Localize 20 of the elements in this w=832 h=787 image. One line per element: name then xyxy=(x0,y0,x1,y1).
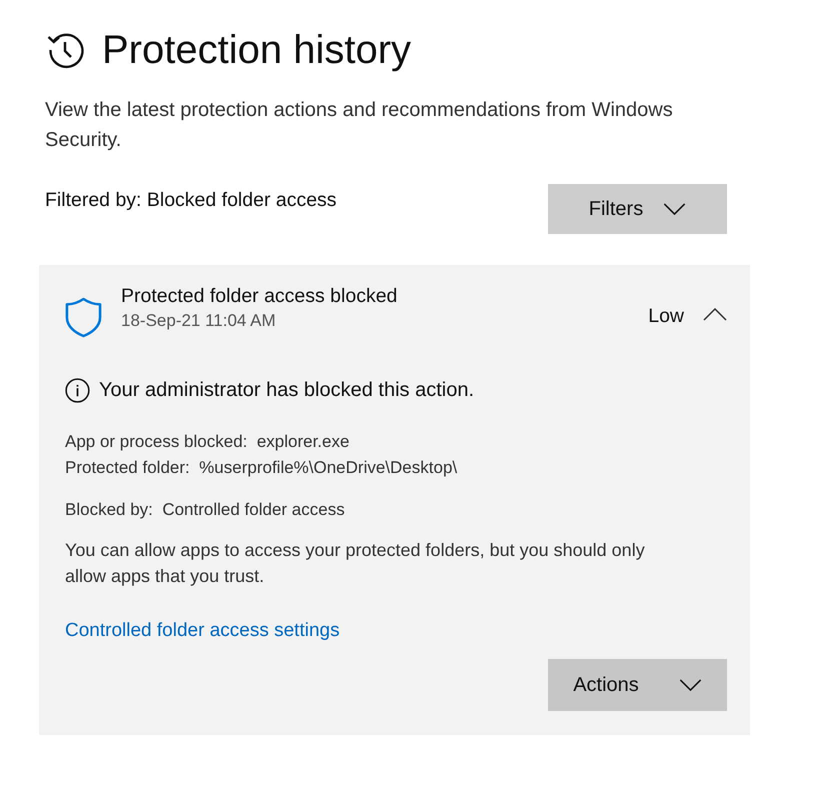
detail-line: Blocked by: Controlled folder access xyxy=(65,499,346,521)
severity-label: Low xyxy=(648,305,684,328)
detail-line: App or process blocked: explorer.exe xyxy=(65,431,350,453)
caret-icon xyxy=(678,679,702,691)
notice-text: Your administrator has blocked this action. xyxy=(99,378,474,403)
event-timestamp: 18-Sep-21 11:04 AM xyxy=(121,310,277,332)
shield-icon xyxy=(65,297,102,338)
filter-label: Filtered by: Blocked folder access xyxy=(45,188,337,213)
actions-button[interactable]: Actions xyxy=(548,659,727,711)
settings-link[interactable]: Controlled folder access settings xyxy=(65,618,340,644)
info-icon xyxy=(65,378,90,402)
page-title: Protection history xyxy=(102,27,412,74)
caret-icon xyxy=(663,203,686,215)
collapse-button[interactable] xyxy=(703,308,727,321)
page-description: View the latest protection actions and recommendations from Windows Security. xyxy=(45,98,674,153)
history-icon xyxy=(47,31,85,69)
filters-button[interactable]: Filters xyxy=(548,184,727,234)
event-title: Protected folder access blocked xyxy=(121,284,398,308)
detail-line: Protected folder: %userprofile%\OneDrive\Desktop\ xyxy=(65,457,458,479)
advice-text: You can allow apps to access your protected folders, but you should only allow apps that you trust. xyxy=(65,539,646,588)
